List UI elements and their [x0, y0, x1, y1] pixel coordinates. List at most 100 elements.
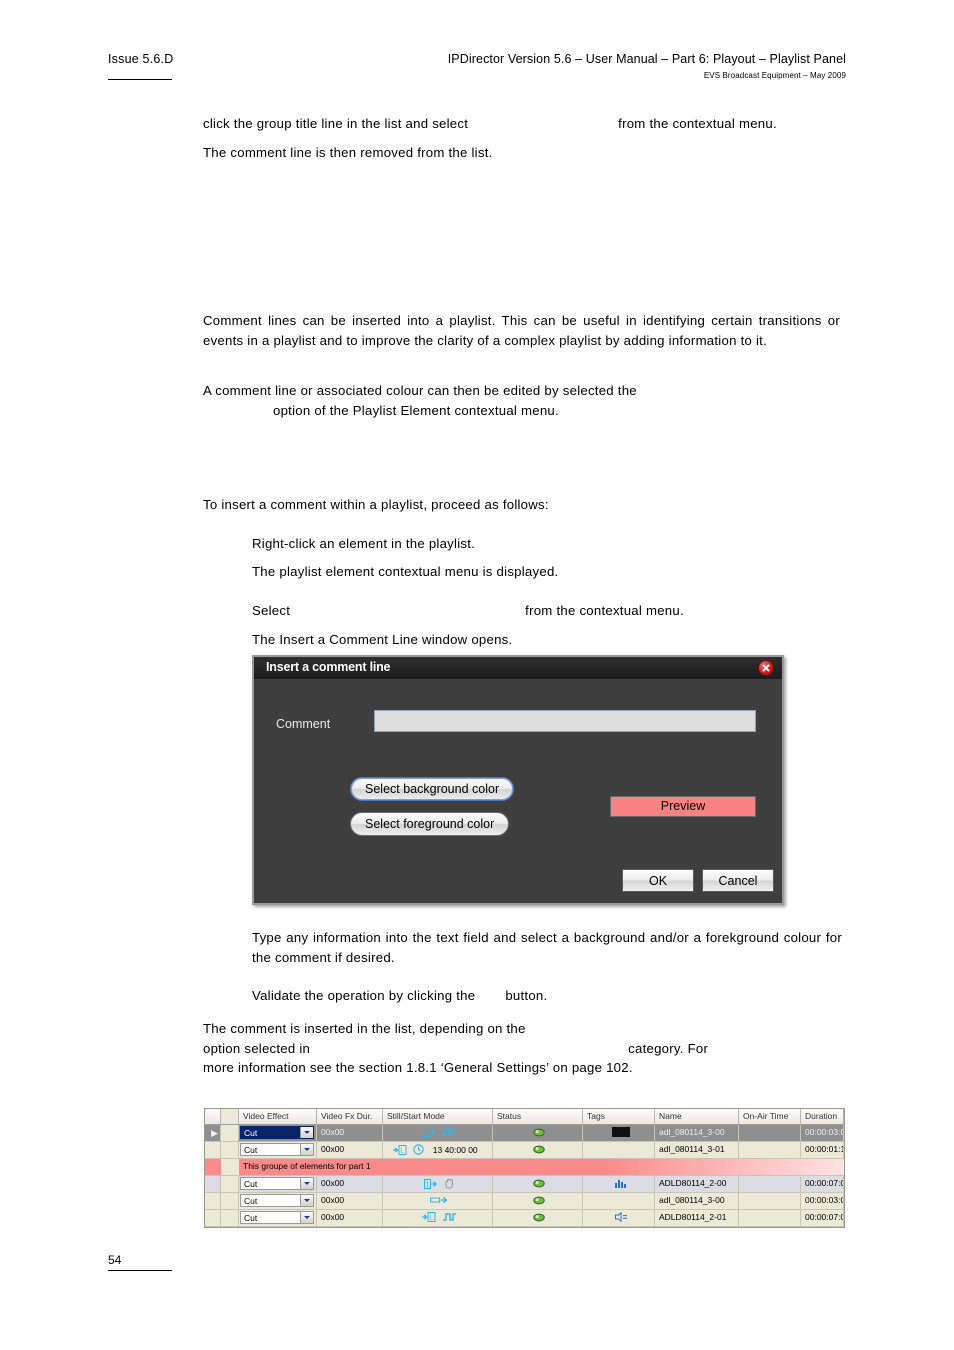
comment-line-row[interactable]: This groupe of elements for part 1: [205, 1159, 844, 1176]
video-effect-value: Cut: [244, 1178, 258, 1189]
chevron-down-icon[interactable]: [300, 1127, 313, 1138]
name-cell: ADLD80114_2-00: [655, 1176, 739, 1192]
comment-line-text: This groupe of elements for part 1: [243, 1161, 371, 1171]
grid-horizontal-scrollbar[interactable]: [205, 1227, 844, 1228]
header-subtitle: EVS Broadcast Equipment – May 2009: [703, 71, 846, 80]
duration-cell: 00:00:03:0: [801, 1193, 844, 1209]
start-mode-icon: 1: [422, 1127, 436, 1139]
still-start-mode-cell: L: [383, 1210, 493, 1226]
text-edit-line-b: option of the Playlist Element contextua…: [273, 402, 559, 418]
tags-cell: [583, 1193, 655, 1209]
svg-text:L: L: [430, 1215, 434, 1222]
svg-text:1: 1: [426, 1181, 430, 1188]
duration-cell: 00:00:01:1: [801, 1142, 844, 1158]
grid-header-on-air-time[interactable]: On-Air Time: [739, 1109, 801, 1124]
dialog-title: Insert a comment line: [266, 660, 391, 674]
video-effect-value: Cut: [244, 1212, 258, 1223]
video-effect-dropdown[interactable]: Cut: [240, 1126, 314, 1139]
text-select: Select: [252, 603, 291, 618]
row-gutter: [221, 1176, 239, 1192]
grid-header-name[interactable]: Name: [655, 1109, 739, 1124]
ok-button[interactable]: OK: [622, 869, 694, 892]
paragraph-final: The comment is inserted in the list, dep…: [203, 1019, 840, 1078]
dialog-titlebar[interactable]: Insert a comment line: [254, 657, 782, 680]
tags-cell: [583, 1176, 655, 1192]
status-cell: [493, 1176, 583, 1192]
table-row[interactable]: Cut 00x00 L 13 40:00 00 adl_080114_3-01 …: [205, 1142, 844, 1159]
video-effect-value: Cut: [244, 1195, 258, 1206]
chevron-down-icon[interactable]: [300, 1178, 313, 1189]
video-effect-cell[interactable]: Cut: [239, 1142, 317, 1158]
step-right-click: Right-click an element in the playlist.: [252, 536, 476, 551]
text-validate-b: button.: [505, 988, 548, 1003]
name-cell: adl_080114_3-00: [655, 1125, 739, 1141]
still-start-mode-cell: 1: [383, 1125, 493, 1141]
text-validate-a: Validate the operation by clicking the: [252, 988, 476, 1003]
comment-input[interactable]: [374, 710, 756, 732]
tags-cell: [583, 1210, 655, 1226]
audio-mute-icon: [614, 1211, 628, 1224]
grid-header-marker: [205, 1109, 221, 1124]
still-mode-icon: [442, 1127, 456, 1139]
select-foreground-color-button[interactable]: Select foreground color: [350, 812, 510, 836]
video-fx-dur-cell: 00x00: [317, 1176, 383, 1192]
grid-header-status[interactable]: Status: [493, 1109, 583, 1124]
duration-cell: 00:00:07:0: [801, 1210, 844, 1226]
video-effect-cell[interactable]: Cut: [239, 1176, 317, 1192]
select-background-color-button[interactable]: Select background color: [350, 777, 515, 801]
still-start-mode-cell: 1: [383, 1176, 493, 1192]
video-effect-dropdown[interactable]: Cut: [240, 1177, 314, 1190]
video-effect-cell[interactable]: Cut: [239, 1193, 317, 1209]
video-effect-dropdown[interactable]: Cut: [240, 1143, 314, 1156]
video-effect-dropdown[interactable]: Cut: [240, 1194, 314, 1207]
grid-header-video-effect[interactable]: Video Effect: [239, 1109, 317, 1124]
playlist-grid-screenshot: Video Effect Video Fx Dur. Still/Start M…: [204, 1108, 845, 1228]
text-final-c: category. For: [628, 1040, 709, 1056]
status-cell: [493, 1125, 583, 1141]
text-from-contextual-menu: from the contextual menu.: [618, 116, 777, 131]
chevron-down-icon[interactable]: [300, 1212, 313, 1223]
video-effect-cell[interactable]: Cut: [239, 1210, 317, 1226]
video-fx-dur-cell: 00x00: [317, 1210, 383, 1226]
cancel-button[interactable]: Cancel: [702, 869, 774, 892]
status-icon: [533, 1212, 546, 1224]
duration-cell: 00:00:07:0: [801, 1176, 844, 1192]
on-air-time-cell: [739, 1125, 801, 1141]
status-icon: [533, 1144, 546, 1156]
row-gutter: [221, 1159, 239, 1175]
step-type-information: Type any information into the text field…: [252, 930, 842, 965]
table-row[interactable]: Cut 00x00 1 ADLD80114_2-00 00:00:07:0: [205, 1176, 844, 1193]
on-air-time-cell: [739, 1193, 801, 1209]
still-mode-icon: [442, 1212, 457, 1224]
table-row[interactable]: Cut 00x00 L ADLD80114_2-01 00:00:07:0: [205, 1210, 844, 1227]
chevron-down-icon[interactable]: [300, 1195, 313, 1206]
grid-header-tags[interactable]: Tags: [583, 1109, 655, 1124]
paragraph-procedure-intro: To insert a comment within a playlist, p…: [203, 497, 549, 512]
page-number: 54: [108, 1253, 122, 1267]
table-row[interactable]: ▶ Cut 00x00 1 adl_080114_3-00 00:00:03:0: [205, 1125, 844, 1142]
table-row[interactable]: Cut 00x00 adl_080114_3-00 00:00:03:0: [205, 1193, 844, 1210]
text-final-b: option selected in: [203, 1040, 311, 1056]
text-edit-line-a: A comment line or associated colour can …: [203, 383, 637, 398]
video-effect-dropdown[interactable]: Cut: [240, 1211, 314, 1224]
row-marker: [205, 1193, 221, 1209]
start-mode-icon: 1: [424, 1178, 438, 1191]
chevron-down-icon[interactable]: [300, 1144, 313, 1155]
grid-header-duration[interactable]: Duration: [801, 1109, 844, 1124]
video-fx-dur-cell: 00x00: [317, 1142, 383, 1158]
video-effect-cell[interactable]: Cut: [239, 1125, 317, 1141]
row-marker: [205, 1176, 221, 1192]
close-icon[interactable]: [758, 660, 774, 676]
comment-label: Comment: [276, 717, 331, 731]
on-air-time-cell: [739, 1210, 801, 1226]
grid-header-still-start-mode[interactable]: Still/Start Mode: [383, 1109, 493, 1124]
grid-header-video-fx-dur[interactable]: Video Fx Dur.: [317, 1109, 383, 1124]
name-cell: adl_080114_3-00: [655, 1193, 739, 1209]
grid-header-row: Video Effect Video Fx Dur. Still/Start M…: [205, 1109, 844, 1125]
text-final-d: more information see the section 1.8.1 ‘…: [203, 1060, 633, 1075]
status-icon: [533, 1195, 546, 1207]
row-gutter: [221, 1125, 239, 1141]
step-menu-displayed: The playlist element contextual menu is …: [252, 564, 559, 579]
name-cell: adl_080114_3-01: [655, 1142, 739, 1158]
page-footer: 54: [108, 1253, 228, 1271]
